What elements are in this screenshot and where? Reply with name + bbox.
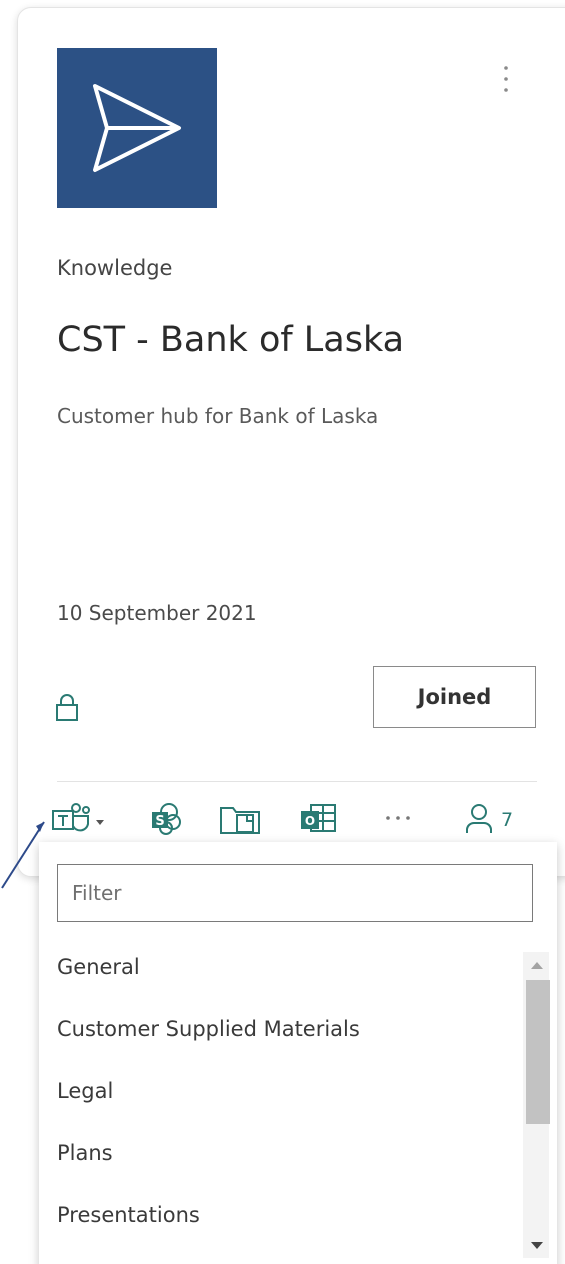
svg-text:O: O <box>305 814 315 828</box>
site-date: 10 September 2021 <box>57 601 257 625</box>
scroll-up-icon[interactable] <box>531 962 543 969</box>
lock-icon <box>56 694 78 721</box>
site-description: Customer hub for Bank of Laska <box>57 404 379 428</box>
screen: Knowledge CST - Bank of Laska Customer h… <box>0 0 565 1264</box>
joined-button[interactable]: Joined <box>373 666 536 728</box>
scrollbar[interactable] <box>523 952 550 1258</box>
channel-dropdown[interactable]: General Customer Supplied Materials Lega… <box>39 842 557 1264</box>
more-options-button[interactable] <box>494 58 518 102</box>
site-logo <box>57 48 217 208</box>
files-icon[interactable] <box>219 803 261 835</box>
send-icon <box>93 84 181 172</box>
member-count[interactable]: 7 <box>501 809 513 831</box>
channel-item[interactable]: Legal <box>39 1076 519 1138</box>
sharepoint-icon[interactable]: S <box>150 802 184 836</box>
svg-text:S: S <box>155 814 164 829</box>
channel-item[interactable]: Presentations <box>39 1200 519 1262</box>
teams-icon[interactable] <box>52 802 112 836</box>
more-icon[interactable] <box>383 812 413 824</box>
channel-item[interactable]: Customer Supplied Materials <box>39 1014 519 1076</box>
outlook-icon[interactable]: O <box>299 802 339 836</box>
scroll-thumb[interactable] <box>526 980 550 1124</box>
site-title[interactable]: CST - Bank of Laska <box>57 320 404 360</box>
members-icon[interactable] <box>465 803 499 835</box>
vertical-ellipsis-icon <box>504 66 508 92</box>
site-category: Knowledge <box>57 256 173 280</box>
scroll-down-icon[interactable] <box>531 1242 543 1249</box>
channel-list: General Customer Supplied Materials Lega… <box>39 952 519 1262</box>
channel-item[interactable]: General <box>39 952 519 1014</box>
card-divider <box>57 781 537 782</box>
channel-item[interactable]: Plans <box>39 1138 519 1200</box>
filter-input[interactable] <box>57 864 533 922</box>
